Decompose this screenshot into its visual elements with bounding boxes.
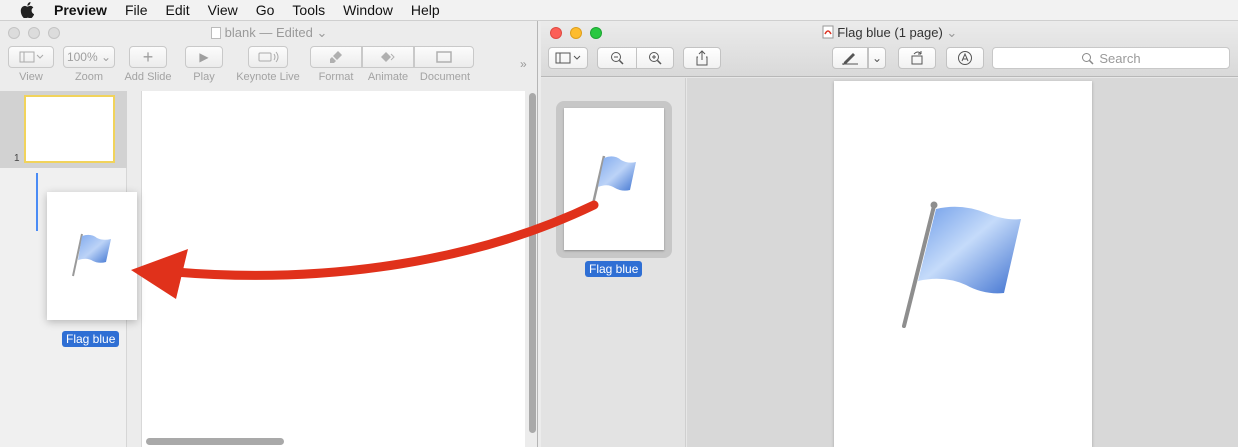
drag-direction-arrow	[131, 200, 599, 299]
